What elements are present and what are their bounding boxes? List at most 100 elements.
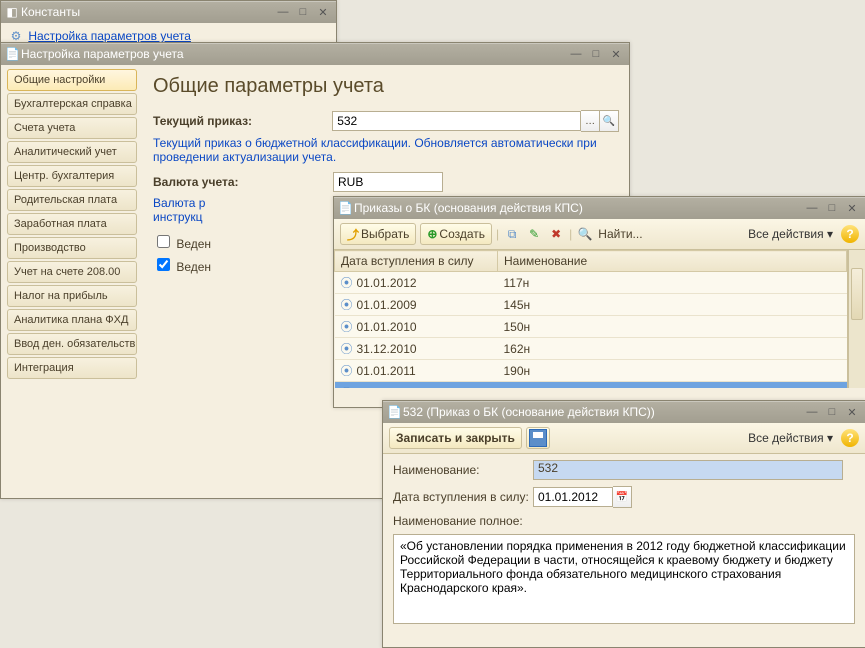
copy-icon[interactable]: ⧉ — [503, 225, 521, 243]
help-icon[interactable]: ? — [841, 225, 859, 243]
save-close-button[interactable]: Записать и закрыть — [389, 427, 522, 449]
tab-fhd[interactable]: Аналитика плана ФХД — [7, 309, 137, 331]
fullname-label: Наименование полное: — [393, 514, 533, 528]
window-icon: 📄 — [5, 47, 19, 61]
settings-title: Настройка параметров учета — [21, 47, 567, 61]
detail-body: Наименование: 532 Дата вступления в силу… — [383, 454, 865, 633]
currency-input[interactable] — [333, 172, 443, 192]
detail-titlebar[interactable]: 📄 532 (Приказ о БК (основание действия К… — [383, 401, 865, 423]
maximize-icon[interactable]: □ — [823, 200, 841, 216]
chk2-label: Веден — [176, 260, 211, 274]
currency-help-l2: инструкц — [153, 210, 203, 224]
select-button[interactable]: ⤴ Выбрать — [340, 223, 416, 245]
row-date-cell: ⦿01.01.2012 — [335, 272, 498, 294]
orders-grid-area: Дата вступления в силу Наименование ⦿01.… — [334, 250, 848, 388]
tab-integration[interactable]: Интеграция — [7, 357, 137, 379]
col-date[interactable]: Дата вступления в силу — [335, 251, 498, 272]
tab-208[interactable]: Учет на счете 208.00 — [7, 261, 137, 283]
order-help: Текущий приказ о бюджетной классификации… — [153, 136, 619, 164]
tab-general[interactable]: Общие настройки — [7, 69, 137, 91]
save-close-label: Записать и закрыть — [396, 431, 515, 445]
edit-icon[interactable]: ✎ — [525, 225, 543, 243]
table-row[interactable]: ⦿01.01.2010150н — [335, 316, 847, 338]
settings-heading: Общие параметры учета — [153, 75, 619, 98]
window-icon: 📄 — [387, 405, 401, 419]
find-button-label[interactable]: Найти... — [598, 227, 642, 241]
all-actions-label: Все действия — [748, 431, 823, 445]
plus-icon: ⊕ — [427, 227, 437, 241]
tab-central[interactable]: Центр. бухгалтерия — [7, 165, 137, 187]
row-icon: ⦿ — [341, 340, 353, 357]
name-input[interactable]: 532 — [533, 460, 843, 480]
tab-production[interactable]: Производство — [7, 237, 137, 259]
settings-titlebar[interactable]: 📄 Настройка параметров учета — □ ✕ — [1, 43, 629, 65]
row-icon: ⦿ — [341, 274, 353, 291]
row-date-cell: ⦿31.12.2010 — [335, 338, 498, 360]
minimize-icon[interactable]: — — [803, 200, 821, 216]
select-button-label: Выбрать — [361, 227, 409, 241]
all-actions-menu[interactable]: Все действия ▾ — [744, 225, 837, 243]
maximize-icon[interactable]: □ — [587, 46, 605, 62]
delete-icon[interactable]: ✖ — [547, 225, 565, 243]
detail-title: 532 (Приказ о БК (основание действия КПС… — [403, 405, 803, 419]
orders-grid: Дата вступления в силу Наименование ⦿01.… — [334, 250, 847, 388]
row-name-cell: 150н — [498, 316, 847, 338]
gear-icon: ⚙ — [9, 29, 23, 43]
search-icon[interactable]: 🔍 — [576, 225, 594, 243]
orders-title: Приказы о БК (основания действия КПС) — [354, 201, 803, 215]
table-row[interactable]: ⦿31.12.2010162н — [335, 338, 847, 360]
row-name-cell: 162н — [498, 338, 847, 360]
close-icon[interactable]: ✕ — [843, 200, 861, 216]
chk2[interactable] — [157, 258, 170, 271]
orders-titlebar[interactable]: 📄 Приказы о БК (основания действия КПС) … — [334, 197, 865, 219]
maximize-icon[interactable]: □ — [823, 404, 841, 420]
tab-accounts[interactable]: Счета учета — [7, 117, 137, 139]
table-row[interactable]: ⦿01.01.2011190н — [335, 360, 847, 382]
order-ellipsis-button[interactable]: … — [581, 110, 600, 132]
close-icon[interactable]: ✕ — [843, 404, 861, 420]
minimize-icon[interactable]: — — [803, 404, 821, 420]
orders-scrollbar[interactable] — [848, 250, 865, 388]
save-button[interactable] — [526, 427, 550, 449]
orders-toolbar: ⤴ Выбрать ⊕ Создать | ⧉ ✎ ✖ | 🔍 Найти...… — [334, 219, 865, 250]
order-search-button[interactable]: 🔍 — [600, 110, 619, 132]
chk1[interactable] — [157, 235, 170, 248]
table-row[interactable]: ⦿01.01.2012532 — [335, 382, 847, 389]
tab-salary[interactable]: Заработная плата — [7, 213, 137, 235]
chk1-label: Веден — [176, 237, 211, 251]
row-icon: ⦿ — [341, 384, 353, 388]
row-date-cell: ⦿01.01.2011 — [335, 360, 498, 382]
tab-profit-tax[interactable]: Налог на прибыль — [7, 285, 137, 307]
date-input[interactable] — [533, 487, 613, 507]
tab-parent-fee[interactable]: Родительская плата — [7, 189, 137, 211]
orders-window: 📄 Приказы о БК (основания действия КПС) … — [333, 196, 865, 408]
maximize-icon[interactable]: □ — [294, 4, 312, 20]
tab-accounting-ref[interactable]: Бухгалтерская справка — [7, 93, 137, 115]
constants-titlebar[interactable]: ◧ Константы — □ ✕ — [1, 1, 336, 23]
order-input[interactable] — [332, 111, 581, 131]
create-button[interactable]: ⊕ Создать — [420, 223, 492, 245]
col-name[interactable]: Наименование — [498, 251, 847, 272]
scrollbar-thumb[interactable] — [851, 268, 863, 320]
close-icon[interactable]: ✕ — [607, 46, 625, 62]
minimize-icon[interactable]: — — [274, 4, 292, 20]
window-icon: ◧ — [5, 5, 19, 19]
minimize-icon[interactable]: — — [567, 46, 585, 62]
row-name-cell: 117н — [498, 272, 847, 294]
table-row[interactable]: ⦿01.01.2009145н — [335, 294, 847, 316]
name-label: Наименование: — [393, 463, 533, 477]
all-actions-label: Все действия — [748, 227, 823, 241]
currency-label: Валюта учета: — [153, 175, 333, 189]
tab-analytical[interactable]: Аналитический учет — [7, 141, 137, 163]
tab-money-obl[interactable]: Ввод ден. обязательств — [7, 333, 137, 355]
close-icon[interactable]: ✕ — [314, 4, 332, 20]
help-icon[interactable]: ? — [841, 429, 859, 447]
table-row[interactable]: ⦿01.01.2012117н — [335, 272, 847, 294]
row-date-cell: ⦿01.01.2012 — [335, 382, 498, 389]
row-icon: ⦿ — [341, 296, 353, 313]
calendar-icon[interactable]: 📅 — [613, 486, 632, 508]
row-icon: ⦿ — [341, 362, 353, 379]
accounting-settings-link[interactable]: Настройка параметров учета — [28, 29, 191, 43]
all-actions-menu[interactable]: Все действия ▾ — [744, 429, 837, 447]
fullname-memo[interactable] — [393, 534, 855, 624]
